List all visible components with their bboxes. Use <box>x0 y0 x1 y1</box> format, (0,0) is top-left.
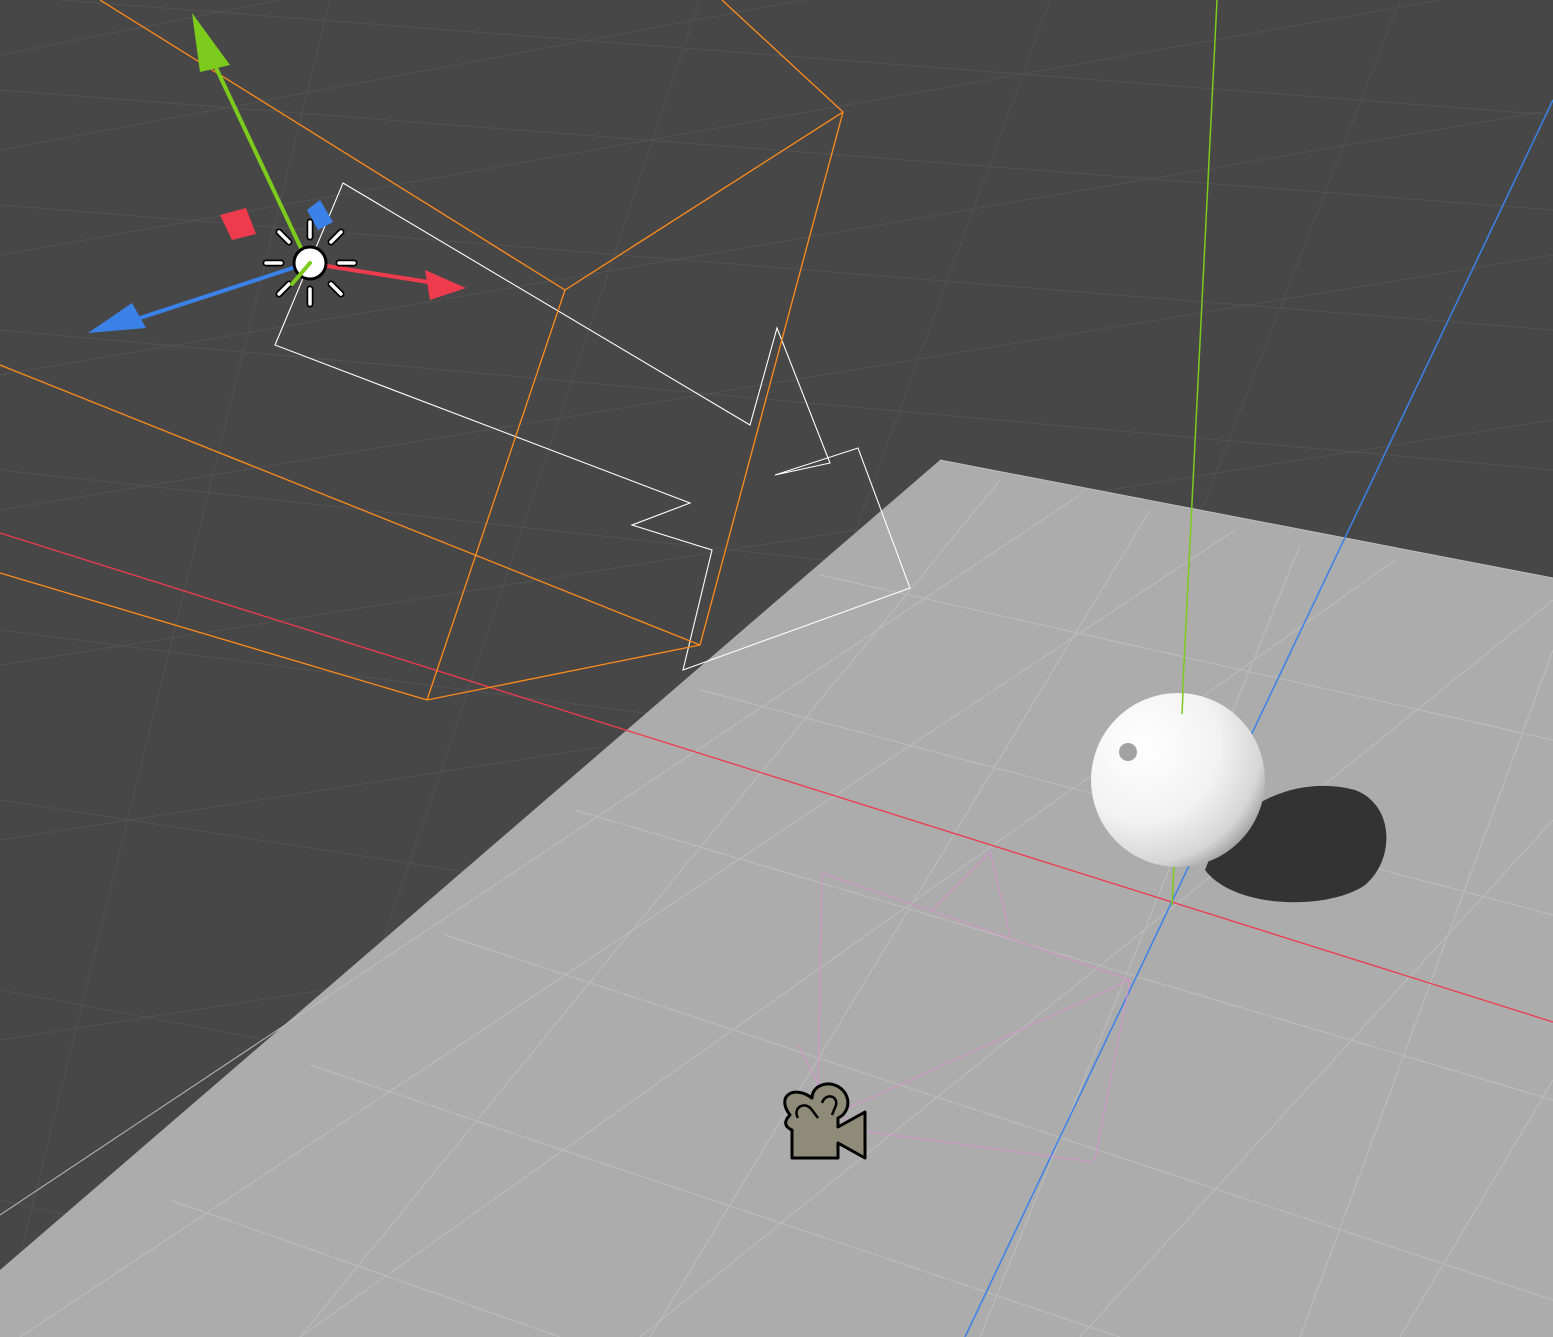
world-y-axis-behind-sphere <box>1181 692 1184 715</box>
sun-icon[interactable] <box>262 218 358 308</box>
sphere-object[interactable] <box>1091 693 1265 867</box>
scene-view-canvas[interactable] <box>0 0 1553 1337</box>
scene-viewport[interactable] <box>0 0 1553 1337</box>
sphere-specular-artifact <box>1119 743 1137 761</box>
